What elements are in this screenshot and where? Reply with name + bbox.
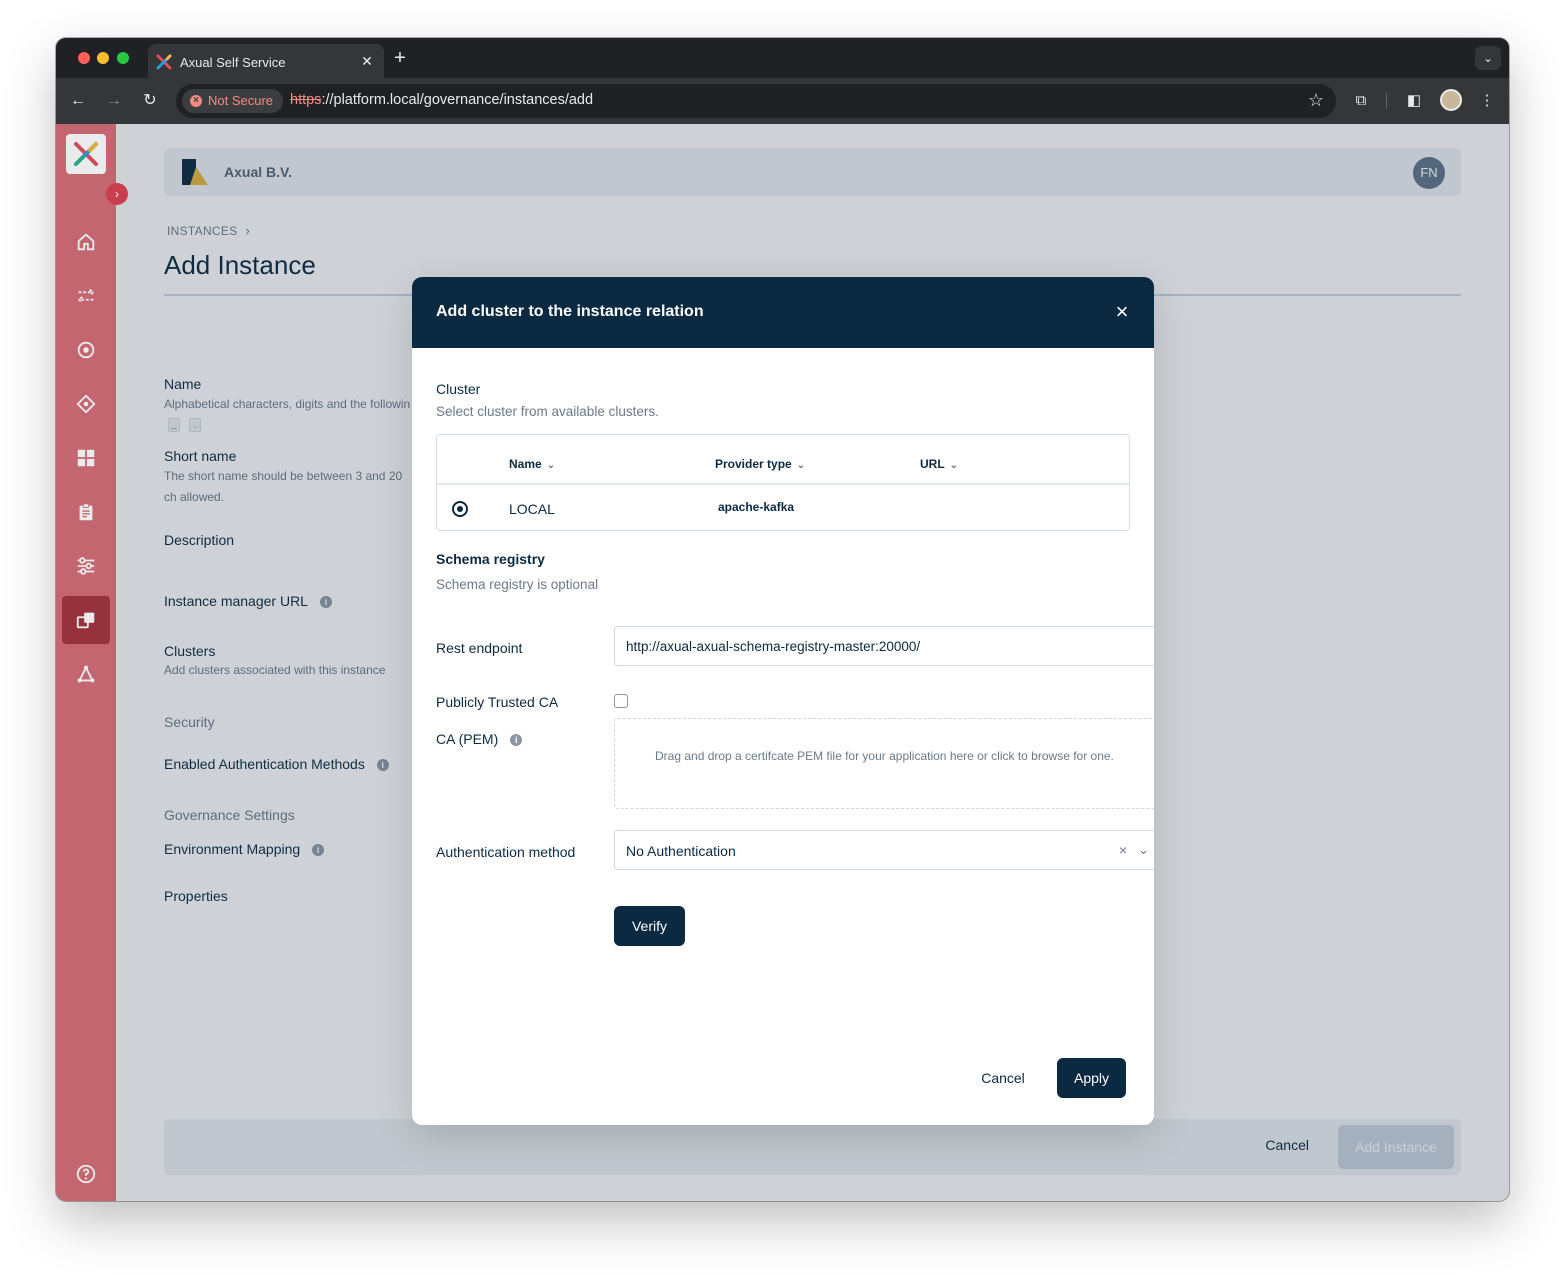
auth-method-label: Authentication method xyxy=(436,844,576,860)
apply-button[interactable]: Apply xyxy=(1057,1058,1126,1098)
column-name-text: Name xyxy=(509,457,542,471)
dropzone-text: Drag and drop a certifcate PEM file for … xyxy=(655,749,1114,763)
sidebar-dim-overlay xyxy=(56,124,116,1201)
tab-bar: Axual Self Service ✕ + ⌄ xyxy=(56,38,1509,78)
auth-method-value: No Authentication xyxy=(626,843,736,859)
rest-endpoint-label: Rest endpoint xyxy=(436,640,523,656)
column-header-provider-type[interactable]: Provider type ⌄ xyxy=(715,457,805,471)
maximize-window-button[interactable] xyxy=(117,52,129,64)
sort-chevron-icon: ⌄ xyxy=(796,460,806,471)
info-icon[interactable]: i xyxy=(510,734,523,746)
modal-cancel-button[interactable]: Cancel xyxy=(972,1068,1034,1088)
provider-type-cell: apache-kafka xyxy=(718,500,795,514)
cluster-radio[interactable] xyxy=(452,501,468,517)
ca-pem-text: CA (PEM) xyxy=(436,731,499,747)
security-label: Not Secure xyxy=(208,93,274,108)
bookmark-star-icon[interactable]: ☆ xyxy=(1308,90,1324,111)
cluster-table: Name ⌄ Provider type ⌄ URL ⌄ LOCAL apache-k… xyxy=(436,434,1130,531)
cluster-label: Cluster xyxy=(436,381,481,397)
column-url-text: URL xyxy=(920,457,945,471)
security-indicator[interactable]: × Not Secure xyxy=(182,89,284,113)
table-header-divider xyxy=(437,483,1129,485)
tab-close-icon[interactable]: ✕ xyxy=(358,52,376,70)
add-cluster-modal: Add cluster to the instance relation × C… xyxy=(412,277,1154,1125)
ca-pem-label: CA (PEM) i xyxy=(436,731,523,747)
side-panel-icon[interactable]: ◧ xyxy=(1403,90,1425,112)
cluster-hint: Select cluster from available clusters. xyxy=(436,404,659,419)
minimize-window-button[interactable] xyxy=(97,52,109,64)
chevron-down-icon[interactable]: ⌄ xyxy=(1138,842,1149,858)
url-path: ://platform.local/governance/instances/a… xyxy=(321,92,594,108)
toolbar-divider xyxy=(1386,93,1387,109)
publicly-trusted-ca-checkbox[interactable] xyxy=(614,694,628,708)
forward-icon[interactable]: → xyxy=(103,90,125,112)
back-icon[interactable]: ← xyxy=(67,90,89,112)
browser-tab[interactable]: Axual Self Service ✕ xyxy=(148,44,384,78)
radio-selected-dot xyxy=(457,506,463,512)
axual-favicon-icon xyxy=(156,54,172,70)
close-window-button[interactable] xyxy=(78,52,90,64)
close-icon[interactable]: × xyxy=(1110,300,1134,324)
cluster-name-cell: LOCAL xyxy=(509,501,555,517)
sort-chevron-icon: ⌄ xyxy=(546,460,556,471)
verify-button[interactable]: Verify xyxy=(614,906,685,946)
extensions-icon[interactable]: ⧉ xyxy=(1350,90,1372,112)
column-header-name[interactable]: Name ⌄ xyxy=(509,457,555,471)
sort-chevron-icon: ⌄ xyxy=(949,460,959,471)
new-tab-icon[interactable]: + xyxy=(390,47,410,69)
schema-registry-hint: Schema registry is optional xyxy=(436,577,599,592)
browser-toolbar: ← → ↻ × Not Secure https://platform.loca… xyxy=(56,78,1509,124)
column-provider-type-text: Provider type xyxy=(715,457,792,471)
browser-menu-icon[interactable]: ⋮ xyxy=(1476,90,1498,112)
address-bar[interactable]: × Not Secure https://platform.local/gove… xyxy=(176,84,1336,118)
browser-window: Axual Self Service ✕ + ⌄ ← → ↻ × Not Sec… xyxy=(56,38,1509,1201)
publicly-trusted-ca-label: Publicly Trusted CA xyxy=(436,694,559,710)
profile-avatar[interactable] xyxy=(1440,89,1462,111)
clear-icon[interactable]: × xyxy=(1119,842,1127,858)
modal-title: Add cluster to the instance relation xyxy=(436,303,704,320)
url-scheme: https xyxy=(290,92,322,108)
sidebar-expand-button[interactable]: › xyxy=(106,183,128,205)
modal-header: Add cluster to the instance relation × xyxy=(412,277,1154,348)
column-header-url[interactable]: URL ⌄ xyxy=(920,457,958,471)
tab-search-icon[interactable]: ⌄ xyxy=(1475,46,1501,70)
url-text: https://platform.local/governance/instan… xyxy=(290,92,593,108)
auth-method-select[interactable]: No Authentication × ⌄ xyxy=(614,830,1154,870)
rest-endpoint-input[interactable] xyxy=(614,626,1154,666)
pem-dropzone[interactable]: Drag and drop a certifcate PEM file for … xyxy=(614,718,1154,809)
page-viewport: Axual B.V. FN INSTANCES › Add Instance Na… xyxy=(56,124,1509,1201)
reload-icon[interactable]: ↻ xyxy=(139,90,161,112)
tab-title: Axual Self Service xyxy=(180,55,286,70)
warning-icon: × xyxy=(190,95,202,107)
schema-registry-title: Schema registry xyxy=(436,551,545,567)
